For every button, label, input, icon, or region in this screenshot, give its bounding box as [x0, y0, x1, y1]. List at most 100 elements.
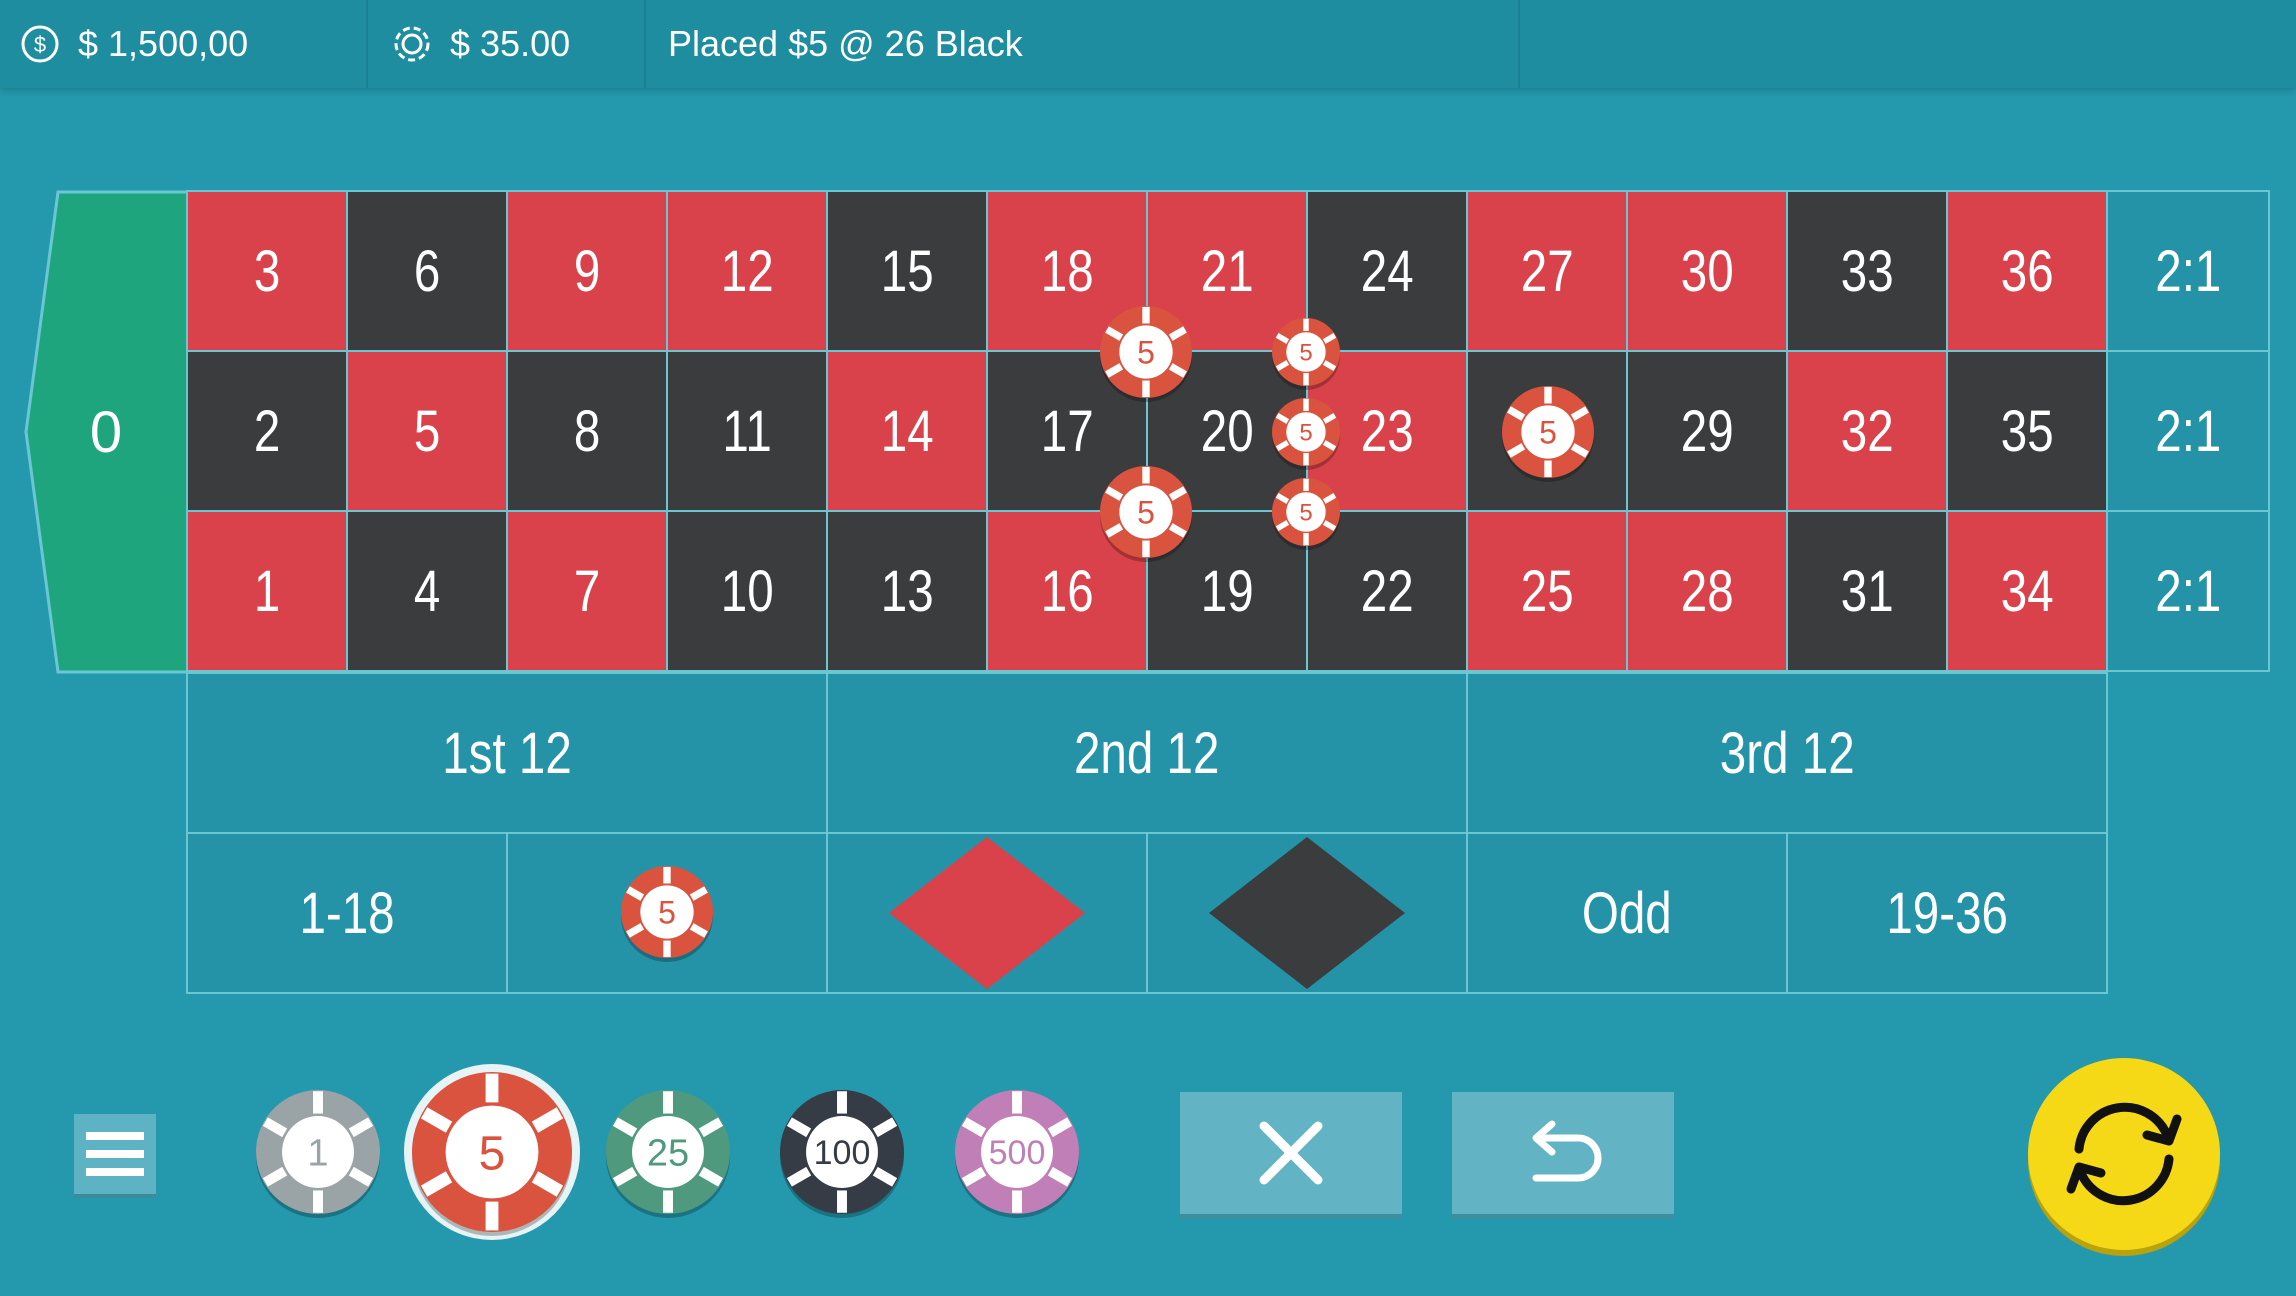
chip-value: 25 [647, 1133, 689, 1175]
column-bet-1[interactable]: 2:1 [2106, 510, 2270, 672]
bet-high-19-36[interactable]: 19-36 [1786, 832, 2108, 994]
chip-value: 5 [1299, 340, 1312, 367]
number-cell-32[interactable]: 32 [1786, 350, 1948, 512]
chip-1[interactable]: 1 [246, 1080, 390, 1224]
number-label: 21 [1200, 238, 1254, 304]
number-label: 32 [1840, 398, 1894, 464]
number-cell-27[interactable]: 27 [1466, 190, 1628, 352]
number-label: 11 [722, 398, 772, 464]
number-label: 27 [1520, 238, 1574, 304]
chip-value: 1 [307, 1133, 328, 1175]
chip-5[interactable]: 5 [402, 1062, 582, 1242]
number-cell-2[interactable]: 2 [186, 350, 348, 512]
balance-value: $ 1,500,00 [78, 23, 249, 64]
placed-chip[interactable]: 5 [1090, 296, 1202, 408]
chip-value: 5 [1137, 495, 1155, 531]
number-cell-10[interactable]: 10 [666, 510, 828, 672]
dozen-1st[interactable]: 1st 12 [186, 672, 828, 834]
bet-black[interactable] [1146, 832, 1468, 994]
chip-value: 5 [1299, 500, 1312, 527]
chip-500[interactable]: 500 [945, 1080, 1089, 1224]
chip-100[interactable]: 100 [770, 1080, 914, 1224]
black-diamond-icon [1209, 837, 1405, 989]
top-bar: $ $ 1,500,00 $ 35.00 Placed $5 @ 26 Blac… [0, 0, 2296, 88]
dozen-1st-label: 1st 12 [442, 720, 572, 786]
placed-chip[interactable]: 5 [1262, 388, 1350, 476]
number-label: 17 [1040, 398, 1094, 464]
number-cell-3[interactable]: 3 [186, 190, 348, 352]
close-icon [1259, 1121, 1323, 1185]
number-cell-29[interactable]: 29 [1626, 350, 1788, 512]
number-cell-13[interactable]: 13 [826, 510, 988, 672]
number-cell-8[interactable]: 8 [506, 350, 668, 512]
number-label: 10 [720, 558, 774, 624]
bet-low-1-18[interactable]: 1-18 [186, 832, 508, 994]
column-bet-3[interactable]: 2:1 [2106, 190, 2270, 352]
odd-label: Odd [1582, 880, 1672, 946]
number-label: 25 [1520, 558, 1574, 624]
number-label: 28 [1680, 558, 1734, 624]
number-cell-14[interactable]: 14 [826, 350, 988, 512]
number-cell-30[interactable]: 30 [1626, 190, 1788, 352]
number-cell-6[interactable]: 6 [346, 190, 508, 352]
spin-button[interactable] [2028, 1058, 2220, 1250]
number-label: 16 [1040, 558, 1094, 624]
number-label: 7 [573, 558, 601, 624]
number-cell-4[interactable]: 4 [346, 510, 508, 672]
number-cell-33[interactable]: 33 [1786, 190, 1948, 352]
column-payout-label: 2:1 [2154, 558, 2222, 624]
chip-value: 5 [479, 1127, 506, 1180]
number-cell-15[interactable]: 15 [826, 190, 988, 352]
number-cell-36[interactable]: 36 [1946, 190, 2108, 352]
number-cell-0[interactable]: 0 [24, 190, 190, 674]
number-cell-25[interactable]: 25 [1466, 510, 1628, 672]
number-label: 36 [2000, 238, 2054, 304]
number-label: 23 [1360, 398, 1414, 464]
placed-chip[interactable]: 5 [1090, 456, 1202, 568]
number-label: 24 [1360, 238, 1414, 304]
number-cell-28[interactable]: 28 [1626, 510, 1788, 672]
number-cell-11[interactable]: 11 [666, 350, 828, 512]
placed-chip[interactable]: 5 [1492, 376, 1604, 488]
bet-red[interactable] [826, 832, 1148, 994]
number-label: 5 [413, 398, 441, 464]
number-label: 20 [1200, 398, 1254, 464]
menu-icon [86, 1132, 144, 1140]
number-label: 1 [253, 558, 281, 624]
number-cell-34[interactable]: 34 [1946, 510, 2108, 672]
dozen-3rd[interactable]: 3rd 12 [1466, 672, 2108, 834]
placed-chip[interactable]: 5 [1262, 468, 1350, 556]
svg-text:$: $ [34, 32, 46, 57]
number-cell-5[interactable]: 5 [346, 350, 508, 512]
number-label: 3 [253, 238, 281, 304]
placed-chip[interactable]: 5 [611, 856, 723, 968]
number-label: 4 [413, 558, 441, 624]
undo-icon [1532, 1120, 1602, 1182]
number-label: 33 [1840, 238, 1894, 304]
undo-button[interactable] [1452, 1092, 1674, 1214]
number-cell-7[interactable]: 7 [506, 510, 668, 672]
bet-odd[interactable]: Odd [1466, 832, 1788, 994]
status-message-text: Placed $5 @ 26 Black [668, 23, 1023, 64]
number-cell-31[interactable]: 31 [1786, 510, 1948, 672]
number-cell-9[interactable]: 9 [506, 190, 668, 352]
column-bet-2[interactable]: 2:1 [2106, 350, 2270, 512]
number-cell-1[interactable]: 1 [186, 510, 348, 672]
menu-button[interactable] [74, 1114, 156, 1194]
number-label: 31 [1840, 558, 1894, 624]
chip-25[interactable]: 25 [596, 1080, 740, 1224]
number-cell-12[interactable]: 12 [666, 190, 828, 352]
number-label: 34 [2000, 558, 2054, 624]
number-label: 29 [1680, 398, 1734, 464]
dozen-2nd[interactable]: 2nd 12 [826, 672, 1468, 834]
number-cell-35[interactable]: 35 [1946, 350, 2108, 512]
dozen-2nd-label: 2nd 12 [1074, 720, 1220, 786]
placed-chip[interactable]: 5 [1262, 308, 1350, 396]
bet-total-display: $ 35.00 [392, 0, 570, 88]
number-label: 22 [1360, 558, 1414, 624]
chip-value: 5 [1299, 420, 1312, 447]
number-label: 8 [573, 398, 601, 464]
number-label: 2 [253, 398, 281, 464]
number-label: 19 [1200, 558, 1254, 624]
clear-bets-button[interactable] [1180, 1092, 1402, 1214]
